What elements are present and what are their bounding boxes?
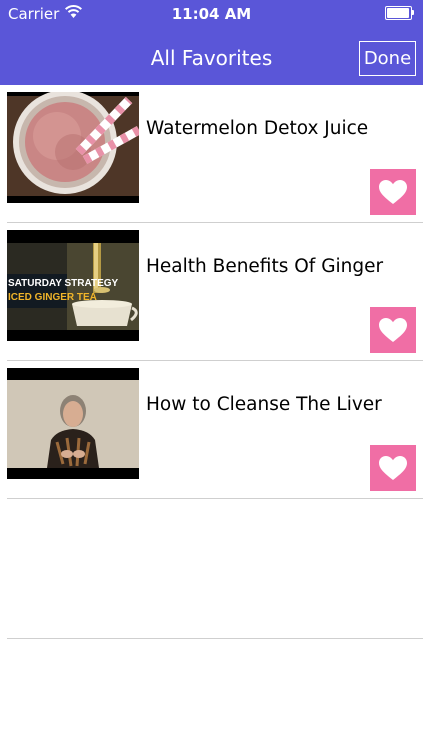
smoothie-glass-thumbnail [7, 92, 139, 203]
heart-icon [379, 456, 407, 480]
list-item[interactable]: How to Cleanse The Liver [0, 361, 423, 499]
favorites-screen: Carrier 11:04 AM All Favorites Done Wate… [0, 0, 423, 750]
item-title: Watermelon Detox Juice [146, 118, 369, 139]
status-time: 11:04 AM [171, 5, 252, 23]
favorites-list: Watermelon Detox Juice SATURDAY STRATEGY… [0, 85, 423, 499]
thumbnail-text-line2: ICED GINGER TEA [8, 292, 97, 303]
row-divider [7, 498, 423, 499]
ginger-tea-thumbnail: SATURDAY STRATEGY ICED GINGER TEA [7, 230, 139, 341]
favorite-button[interactable] [370, 307, 416, 353]
list-item[interactable]: Watermelon Detox Juice [0, 85, 423, 223]
status-bar: Carrier 11:04 AM [0, 0, 423, 28]
item-title: Health Benefits Of Ginger [146, 256, 384, 277]
speaker-video-thumbnail [7, 368, 139, 479]
thumbnail-text-line1: SATURDAY STRATEGY [8, 278, 119, 289]
heart-icon [379, 318, 407, 342]
nav-bar: Carrier 11:04 AM All Favorites Done [0, 0, 423, 85]
done-button[interactable]: Done [359, 41, 416, 76]
favorite-button[interactable] [370, 169, 416, 215]
favorite-button[interactable] [370, 445, 416, 491]
list-item[interactable]: SATURDAY STRATEGY ICED GINGER TEA Health… [0, 223, 423, 361]
empty-row-divider [7, 638, 423, 639]
heart-icon [379, 180, 407, 204]
item-title: How to Cleanse The Liver [146, 394, 382, 415]
battery-icon [385, 6, 415, 20]
